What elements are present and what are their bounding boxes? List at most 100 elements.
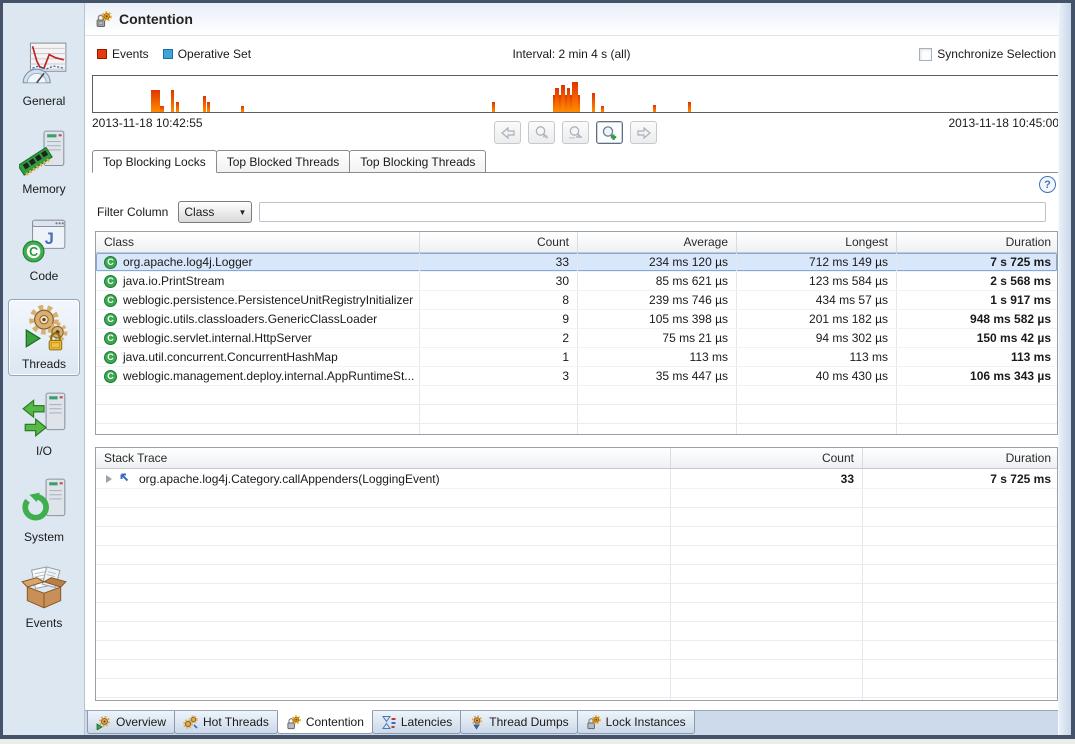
timeline-bar [160, 106, 164, 112]
timeline-bar [561, 85, 565, 112]
jmc-window: General Memory [0, 0, 1075, 744]
tab-label: Hot Threads [203, 715, 269, 729]
column-header-duration[interactable]: Duration [863, 448, 1058, 468]
class-name: weblogic.utils.classloaders.GenericClass… [123, 312, 377, 326]
table-row[interactable]: weblogic.management.deploy.internal.AppR… [96, 367, 1057, 386]
timeline-bars [93, 76, 1058, 112]
column-header-average[interactable]: Average [578, 232, 737, 252]
tab-contention[interactable]: Contention [277, 710, 373, 734]
zoom-out-button[interactable] [528, 121, 555, 144]
right-gutter [1058, 3, 1071, 735]
class-icon [104, 275, 117, 288]
tab-top-blocking-locks[interactable]: Top Blocking Locks [92, 150, 217, 173]
help-button[interactable]: ? [1039, 176, 1056, 193]
sidebar-item-label: Threads [22, 357, 66, 371]
zoom-out-full-icon [567, 125, 584, 140]
forward-arrow-icon [636, 126, 652, 140]
chart-toolbar: Interval: 2 min 4 s (all) Events Operati… [85, 43, 1058, 65]
help-icon: ? [1044, 179, 1051, 191]
sidebar-item-label: General [23, 94, 66, 108]
timeline-bar [555, 88, 559, 112]
stack-trace-table: Stack Trace Count Duration org.apache.lo… [95, 447, 1058, 701]
class-name: java.util.concurrent.ConcurrentHashMap [123, 350, 338, 364]
legend-operative-set: Operative Set [163, 47, 251, 61]
tab-top-blocked-threads[interactable]: Top Blocked Threads [216, 150, 351, 172]
page-header: Contention [85, 3, 1058, 36]
class-name: weblogic.servlet.internal.HttpServer [123, 331, 312, 345]
column-header-longest[interactable]: Longest [737, 232, 897, 252]
zoom-in-button[interactable] [596, 121, 623, 144]
timeline-bar [572, 82, 578, 112]
sidebar-item-label: Code [30, 269, 59, 283]
empty-row [96, 565, 1057, 584]
hot-threads-icon [183, 715, 198, 730]
table-header-row: Class Count Average Longest Duration [96, 232, 1057, 253]
duration-cell: 150 ms 42 µs [897, 329, 1058, 347]
sidebar-item-label: Memory [22, 182, 65, 196]
class-name: weblogic.persistence.PersistenceUnitRegi… [123, 293, 413, 307]
column-header-duration[interactable]: Duration [897, 232, 1058, 252]
sidebar-item-system[interactable]: System [8, 473, 80, 548]
synchronize-selection-checkbox[interactable] [919, 48, 932, 61]
count-cell: 33 [420, 253, 578, 271]
filter-text-input[interactable] [259, 202, 1046, 222]
sidebar-item-io[interactable]: I/O [8, 387, 80, 462]
table-row[interactable]: weblogic.servlet.internal.HttpServer 2 7… [96, 329, 1057, 348]
sidebar-item-memory[interactable]: Memory [8, 125, 80, 200]
svg-text:C: C [29, 245, 38, 259]
count-cell: 8 [420, 291, 578, 309]
count-cell: 1 [420, 348, 578, 366]
table-row[interactable]: java.util.concurrent.ConcurrentHashMap 1… [96, 348, 1057, 367]
general-icon [19, 40, 69, 90]
tab-label: Latencies [401, 715, 452, 729]
timeline-bar [176, 102, 179, 112]
zoom-out-icon [534, 125, 550, 140]
tab-top-blocking-threads[interactable]: Top Blocking Threads [349, 150, 486, 172]
tab-label: Top Blocking Locks [103, 155, 206, 169]
stack-trace-row[interactable]: org.apache.log4j.Category.callAppenders(… [96, 469, 1057, 489]
average-cell: 85 ms 621 µs [578, 272, 737, 290]
zoom-in-icon [601, 125, 618, 141]
empty-row [96, 641, 1057, 660]
average-cell: 35 ms 447 µs [578, 367, 737, 385]
expand-toggle-icon[interactable] [106, 475, 112, 483]
class-icon [104, 313, 117, 326]
tab-label: Top Blocked Threads [227, 155, 340, 169]
io-icon [19, 390, 69, 440]
contention-subtabs: Top Blocking Locks Top Blocked Threads T… [92, 150, 1058, 173]
events-timeline-chart[interactable] [92, 75, 1058, 113]
tab-latencies[interactable]: Latencies [372, 711, 461, 734]
tab-hot-threads[interactable]: Hot Threads [174, 711, 278, 734]
legend-operative-set-label: Operative Set [178, 47, 251, 61]
column-header-stack-trace[interactable]: Stack Trace [96, 448, 671, 468]
duration-cell: 7 s 725 ms [863, 469, 1058, 488]
tab-thread-dumps[interactable]: Thread Dumps [460, 711, 577, 734]
class-name: weblogic.management.deploy.internal.AppR… [123, 369, 414, 383]
zoom-out-full-button[interactable] [562, 121, 589, 144]
sidebar-item-events[interactable]: Events [8, 559, 80, 634]
back-button[interactable] [494, 121, 521, 144]
chevron-down-icon: ▼ [238, 208, 246, 217]
tab-lock-instances[interactable]: Lock Instances [577, 711, 695, 734]
timeline-bar [241, 106, 244, 112]
tab-overview[interactable]: Overview [87, 711, 175, 734]
table-row[interactable]: weblogic.utils.classloaders.GenericClass… [96, 310, 1057, 329]
column-header-class[interactable]: Class [96, 232, 420, 252]
tab-label: Contention [306, 715, 364, 729]
count-cell: 33 [671, 469, 863, 488]
operative-set-swatch-icon [163, 49, 173, 59]
tab-label: Overview [116, 715, 166, 729]
sidebar-item-label: System [24, 530, 64, 544]
navigation-sidebar: General Memory [3, 3, 85, 735]
forward-button[interactable] [630, 121, 657, 144]
sidebar-item-code[interactable]: J C Code [8, 212, 80, 287]
table-row[interactable]: java.io.PrintStream 30 85 ms 621 µs 123 … [96, 272, 1057, 291]
column-header-count[interactable]: Count [420, 232, 578, 252]
column-header-count[interactable]: Count [671, 448, 863, 468]
sidebar-item-threads[interactable]: Threads [8, 299, 80, 376]
table-row[interactable]: org.apache.log4j.Logger 33 234 ms 120 µs… [96, 253, 1057, 272]
empty-row [96, 660, 1057, 679]
sidebar-item-general[interactable]: General [8, 37, 80, 112]
filter-column-dropdown[interactable]: Class ▼ [178, 201, 252, 223]
table-row[interactable]: weblogic.persistence.PersistenceUnitRegi… [96, 291, 1057, 310]
